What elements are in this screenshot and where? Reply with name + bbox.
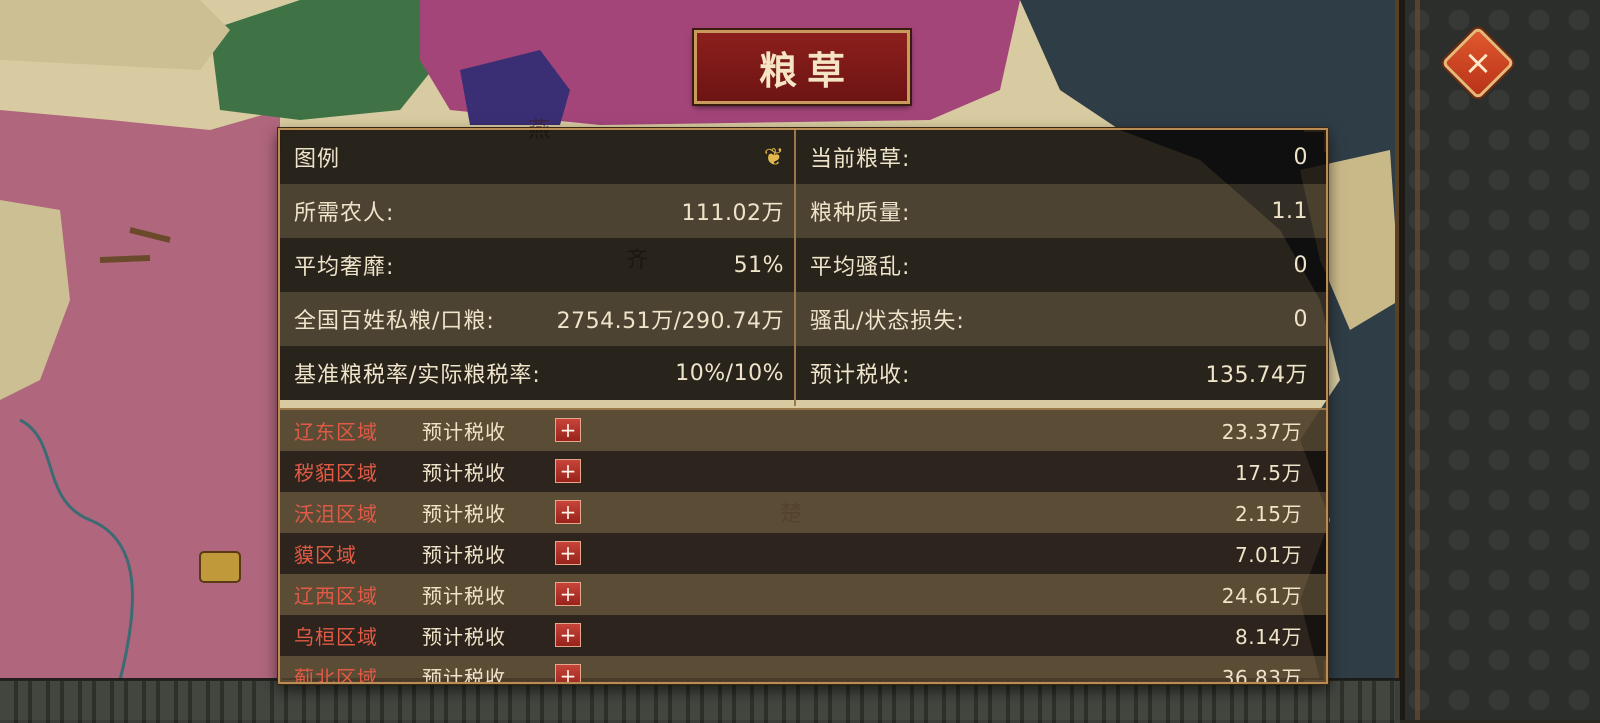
list-item: 辽西区域 预计税收 + 24.61万 [280, 574, 1326, 615]
stat-label: 预计税收: [810, 363, 911, 388]
tax-label: 预计税收 [422, 543, 506, 567]
expand-button[interactable]: + [555, 623, 581, 647]
stat-row: 基准粮税率/实际粮税率: 10%/10% [280, 346, 794, 400]
region-tax-list[interactable]: 辽东区域 预计税收 + 23.37万 秽貊区域 预计税收 + 17.5万 沃沮区… [280, 408, 1326, 684]
stat-row: 所需农人: 111.02万 [280, 184, 794, 238]
side-bar [1395, 0, 1600, 720]
stat-label: 当前粮草: [810, 147, 911, 172]
stat-row: 平均骚乱: 0 [796, 238, 1326, 292]
stats-right-column: 当前粮草: 0 粮种质量: 1.1 平均骚乱: 0 骚乱/状态损失: 0 预计税… [796, 130, 1326, 406]
list-item: 沃沮区域 预计税收 + 2.15万 [280, 492, 1326, 533]
stat-row: 全国百姓私粮/口粮: 2754.51万/290.74万 [280, 292, 794, 346]
expand-button[interactable]: + [555, 664, 581, 682]
title-plaque: 粮草 [692, 28, 912, 106]
stat-label: 全国百姓私粮/口粮: [294, 309, 495, 334]
region-name: 貘区域 [294, 543, 357, 567]
stat-label: 所需农人: [294, 201, 395, 226]
expand-button[interactable]: + [555, 418, 581, 442]
stat-label: 粮种质量: [810, 201, 911, 226]
tax-value: 24.61万 [1221, 584, 1302, 608]
region-name: 蓟北区域 [294, 666, 378, 684]
close-icon: × [1463, 43, 1493, 83]
region-name: 辽西区域 [294, 584, 378, 608]
list-item: 秽貊区域 预计税收 + 17.5万 [280, 451, 1326, 492]
list-item: 乌桓区域 预计税收 + 8.14万 [280, 615, 1326, 656]
tax-value: 23.37万 [1221, 420, 1302, 444]
stat-value: 10%/10% [675, 360, 784, 386]
list-item: 辽东区域 预计税收 + 23.37万 [280, 410, 1326, 451]
stat-label: 图例 [294, 147, 341, 172]
tax-label: 预计税收 [422, 461, 506, 485]
tax-label: 预计税收 [422, 625, 506, 649]
list-item: 蓟北区域 预计税收 + 36.83万 [280, 656, 1326, 684]
stat-value: 2754.51万/290.74万 [556, 309, 784, 334]
tax-label: 预计税收 [422, 584, 506, 608]
tax-value: 17.5万 [1234, 461, 1302, 485]
stat-label: 基准粮税率/实际粮税率: [294, 363, 541, 388]
region-name: 辽东区域 [294, 420, 378, 444]
stat-label: 骚乱/状态损失: [810, 309, 965, 334]
stat-label: 平均骚乱: [810, 255, 911, 280]
tax-value: 8.14万 [1234, 625, 1302, 649]
tax-value: 7.01万 [1234, 543, 1302, 567]
stat-value: 0 [1293, 306, 1308, 332]
grain-icon: ❦ [763, 143, 784, 171]
tax-label: 预计税收 [422, 420, 506, 444]
tax-label: 预计税收 [422, 666, 506, 684]
region-name: 秽貊区域 [294, 461, 378, 485]
stat-label: 平均奢靡: [294, 255, 395, 280]
legend-row[interactable]: 图例 ❦ [280, 130, 794, 184]
stat-value: 51% [733, 252, 784, 278]
stat-row: 骚乱/状态损失: 0 [796, 292, 1326, 346]
stat-value: 1.1 [1271, 198, 1308, 224]
stat-value: 0 [1293, 252, 1308, 278]
bottom-border-decoration [0, 678, 1400, 723]
region-name: 沃沮区域 [294, 502, 378, 526]
stat-row: 平均奢靡: 51% [280, 238, 794, 292]
region-name: 乌桓区域 [294, 625, 378, 649]
tax-label: 预计税收 [422, 502, 506, 526]
stat-value: 111.02万 [681, 201, 784, 226]
page-title: 粮草 [758, 47, 855, 93]
grain-panel: 图例 ❦ 所需农人: 111.02万 平均奢靡: 51% 全国百姓私粮/口粮: … [278, 128, 1328, 684]
expand-button[interactable]: + [555, 582, 581, 606]
stat-row: 粮种质量: 1.1 [796, 184, 1326, 238]
stat-row: 当前粮草: 0 [796, 130, 1326, 184]
stat-value: 0 [1293, 144, 1308, 170]
stat-row: 预计税收: 135.74万 [796, 346, 1326, 400]
expand-button[interactable]: + [555, 500, 581, 524]
tax-value: 36.83万 [1221, 666, 1302, 684]
list-item: 貘区域 预计税收 + 7.01万 [280, 533, 1326, 574]
expand-button[interactable]: + [555, 459, 581, 483]
stats-section: 图例 ❦ 所需农人: 111.02万 平均奢靡: 51% 全国百姓私粮/口粮: … [280, 130, 1326, 406]
tax-value: 2.15万 [1234, 502, 1302, 526]
expand-button[interactable]: + [555, 541, 581, 565]
stats-left-column: 图例 ❦ 所需农人: 111.02万 平均奢靡: 51% 全国百姓私粮/口粮: … [280, 130, 794, 406]
stat-value: 135.74万 [1205, 363, 1308, 388]
